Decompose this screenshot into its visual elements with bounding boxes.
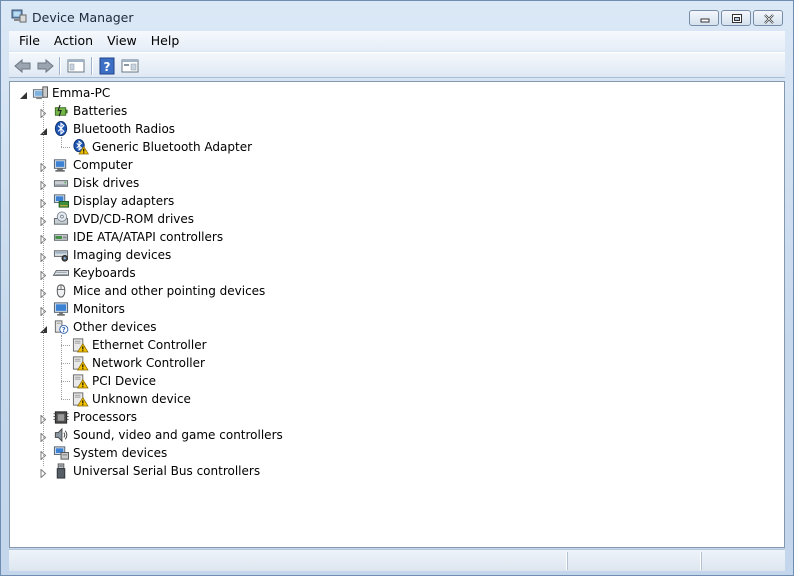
keyboard-icon [52, 270, 69, 276]
tree-category[interactable]: Universal Serial Bus controllers [52, 462, 260, 480]
tree-category[interactable]: Sound, video and game controllers [52, 426, 283, 444]
tree-device[interactable]: Network Controller [71, 354, 205, 372]
tree-category-label: Computer [73, 158, 133, 172]
svg-text:?: ? [62, 326, 66, 334]
tree-device-label: Ethernet Controller [92, 338, 207, 352]
show-hide-console-tree-icon[interactable] [66, 57, 86, 75]
disk-drive-icon [53, 180, 69, 187]
status-bar [9, 549, 785, 571]
tree-category-label: Bluetooth Radios [73, 122, 176, 136]
usb-icon [56, 463, 66, 479]
tree-category[interactable]: Imaging devices [52, 246, 171, 264]
back-arrow-icon[interactable] [13, 57, 33, 75]
tree-category-label: Sound, video and game controllers [73, 428, 283, 442]
mouse-icon [56, 284, 66, 298]
tree-root-label: Emma-PC [52, 86, 111, 100]
tree-category-label: Disk drives [73, 176, 140, 190]
menu-action[interactable]: Action [47, 31, 100, 51]
tree-category[interactable]: Display adapters [52, 192, 174, 210]
tree-category[interactable]: Monitors [52, 300, 125, 318]
ide-controller-icon [53, 234, 69, 241]
tree-category[interactable]: IDE ATA/ATAPI controllers [52, 228, 223, 246]
imaging-device-icon [53, 250, 69, 262]
tree-category-label: Universal Serial Bus controllers [73, 464, 261, 478]
device-warning-icon [72, 338, 89, 353]
svg-text:?: ? [104, 60, 111, 74]
tree-category-label: Mice and other pointing devices [73, 284, 266, 298]
toolbar: ? [9, 52, 785, 78]
forward-arrow-icon[interactable] [35, 57, 55, 75]
tree-category[interactable]: Computer [52, 156, 133, 174]
tree-category-label: Other devices [73, 320, 157, 334]
tree-category[interactable]: Batteries [52, 102, 127, 120]
bluetooth-icon [54, 121, 68, 137]
expand-collapse-toggle[interactable] [19, 89, 28, 99]
tree-category[interactable]: DVD/CD-ROM drives [52, 210, 194, 228]
window-title: Device Manager [32, 10, 134, 25]
tree-device-label: Generic Bluetooth Adapter [92, 140, 253, 154]
expand-collapse-toggle[interactable] [39, 467, 48, 479]
menu-help[interactable]: Help [144, 31, 187, 51]
maximize-icon [732, 14, 742, 23]
tree-device-label: Network Controller [92, 356, 205, 370]
help-icon[interactable]: ? [97, 57, 117, 75]
menu-view[interactable]: View [100, 31, 144, 51]
tree-category[interactable]: Mice and other pointing devices [52, 282, 265, 300]
tree-category[interactable]: Disk drives [52, 174, 139, 192]
tree-category[interactable]: Keyboards [52, 264, 136, 282]
monitor-icon [53, 302, 69, 316]
device-warning-icon [72, 374, 89, 389]
device-manager-window: Device Manager File Action View Help ? E… [0, 0, 794, 576]
device-warning-icon [72, 392, 89, 407]
status-pane [701, 552, 787, 570]
computer-root-icon [32, 86, 48, 100]
tree-category-label: Monitors [73, 302, 125, 316]
tree-category[interactable]: Processors [52, 408, 137, 426]
unknown-device-icon: ? [54, 320, 69, 334]
title-bar[interactable]: Device Manager [1, 1, 793, 31]
tree-category-label: Keyboards [73, 266, 136, 280]
tree-category-label: System devices [73, 446, 168, 460]
minimize-button[interactable] [689, 10, 719, 26]
device-manager-icon [11, 9, 27, 23]
tree-category[interactable]: ? Other devices [52, 318, 157, 336]
tree-category-label: Imaging devices [73, 248, 172, 262]
display-adapter-icon [53, 194, 69, 208]
tree-device[interactable]: Ethernet Controller [71, 336, 207, 354]
computer-icon [53, 159, 67, 172]
minimize-icon [700, 18, 710, 23]
close-button[interactable] [753, 10, 783, 26]
maximize-button[interactable] [721, 10, 751, 26]
processor-icon [53, 411, 69, 424]
dvd-drive-icon [53, 211, 69, 225]
bluetooth-warning-icon [73, 139, 89, 155]
toolbar-separator [91, 57, 92, 75]
system-device-icon [53, 446, 69, 460]
device-warning-icon [72, 356, 89, 371]
tree-category[interactable]: System devices [52, 444, 167, 462]
tree-device-label: Unknown device [92, 392, 191, 406]
properties-icon[interactable] [120, 57, 140, 75]
battery-icon [54, 104, 68, 117]
tree-device[interactable]: PCI Device [71, 372, 156, 390]
toolbar-separator [59, 57, 60, 75]
tree-device[interactable]: Generic Bluetooth Adapter [71, 138, 252, 156]
device-tree: Emma-PC Batteries Bluetooth Radios Generic … [10, 82, 784, 547]
tree-category[interactable]: Bluetooth Radios [52, 120, 175, 138]
tree-category-label: IDE ATA/ATAPI controllers [73, 230, 224, 244]
tree-category-label: Batteries [73, 104, 128, 118]
status-pane [567, 552, 701, 570]
menu-file[interactable]: File [12, 31, 47, 51]
menu-bar: File Action View Help [9, 31, 785, 51]
close-icon [764, 14, 774, 24]
tree-category-label: Display adapters [73, 194, 175, 208]
tree-root[interactable]: Emma-PC [31, 84, 110, 102]
speaker-icon [54, 427, 68, 443]
tree-device[interactable]: Unknown device [71, 390, 191, 408]
tree-category-label: DVD/CD-ROM drives [73, 212, 195, 226]
tree-category-label: Processors [73, 410, 138, 424]
device-tree-panel[interactable]: Emma-PC Batteries Bluetooth Radios Generic … [9, 81, 785, 548]
tree-device-label: PCI Device [92, 374, 157, 388]
